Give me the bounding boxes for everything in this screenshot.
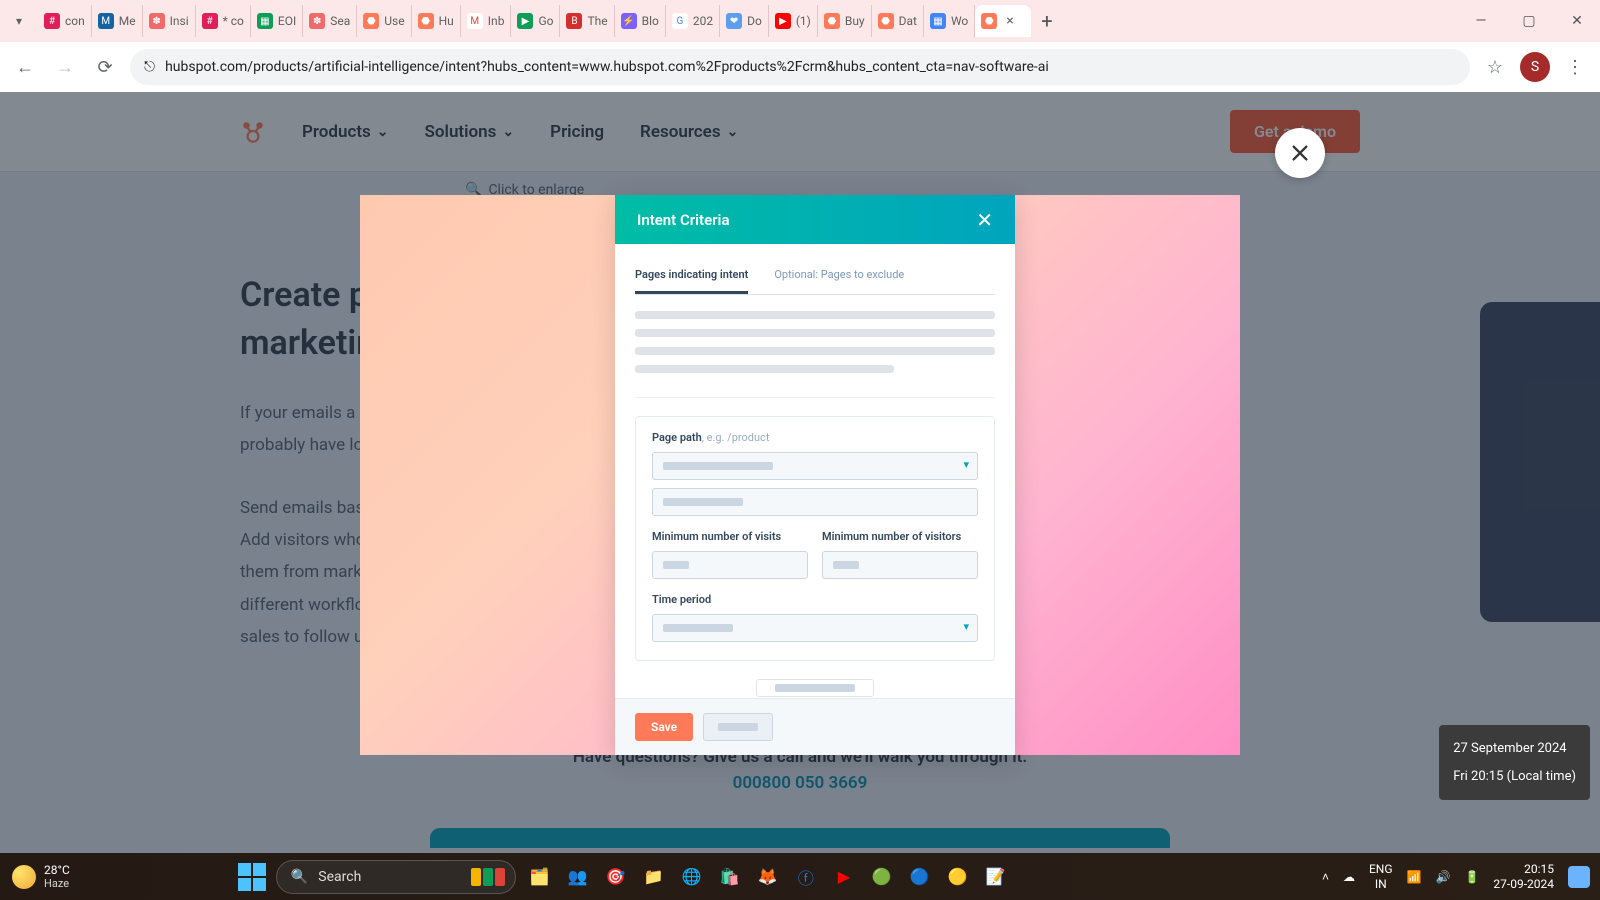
page-path-input[interactable] (652, 488, 978, 516)
address-bar-row: ← → ⟳ ⎋ hubspot.com/products/artificial-… (0, 42, 1600, 92)
battery-icon[interactable]: 🔋 (1464, 870, 1479, 884)
tab-item[interactable]: ⬣Hu (412, 5, 461, 37)
new-tab-button[interactable]: + (1031, 9, 1062, 33)
tab-item[interactable]: ⬣Use (357, 5, 411, 37)
teams-icon[interactable]: 👥 (564, 863, 592, 891)
profile-avatar[interactable]: S (1520, 52, 1550, 82)
tray-expand-icon[interactable]: ˄ (1322, 870, 1329, 884)
window-close[interactable]: ✕ (1554, 1, 1600, 41)
taskbar-weather[interactable]: 28°CHaze (0, 863, 82, 890)
lightbox-image: Intent Criteria ✕ Pages indicating inten… (360, 195, 1240, 755)
description-skeleton (635, 311, 995, 383)
task-view-icon[interactable]: 🗂️ (526, 863, 554, 891)
notepad-icon[interactable]: 📝 (982, 863, 1010, 891)
tab-item[interactable]: ▶Go (511, 5, 560, 37)
bookmark-star-icon[interactable]: ☆ (1480, 52, 1510, 82)
weather-icon (12, 865, 36, 889)
tab-item[interactable]: ✽Insi (143, 5, 196, 37)
system-tray: ˄ ☁ ENGIN 📶 🔊 🔋 20:1527-09-2024 (1322, 862, 1600, 891)
language-switch[interactable]: ENGIN (1369, 862, 1393, 891)
nav-reload-button[interactable]: ⟳ (90, 52, 120, 82)
cancel-button[interactable] (703, 713, 773, 741)
tab-item[interactable]: #con (38, 5, 92, 37)
time-period-label: Time period (652, 593, 978, 606)
cloud-icon[interactable]: ☁ (1343, 870, 1355, 884)
save-button[interactable]: Save (635, 713, 693, 741)
window-minimize[interactable]: — (1458, 1, 1504, 41)
window-maximize[interactable]: ▢ (1506, 1, 1552, 41)
tab-item[interactable]: ⚡Blo (615, 5, 666, 37)
facebook-icon[interactable]: ⓕ (792, 863, 820, 891)
edge-icon[interactable]: 🌐 (678, 863, 706, 891)
tab-pages-exclude[interactable]: Optional: Pages to exclude (774, 258, 904, 294)
tab-item[interactable]: ▦Wo (924, 5, 975, 37)
taskbar-clock[interactable]: 20:1527-09-2024 (1493, 862, 1554, 891)
url-text: hubspot.com/products/artificial-intellig… (165, 59, 1049, 75)
nav-forward-button[interactable]: → (50, 52, 80, 82)
notification-icon[interactable] (1568, 866, 1590, 888)
tab-item-active[interactable]: ⬣× (975, 5, 1031, 37)
tab-item[interactable]: ✽Sea (303, 5, 357, 37)
tab-item[interactable]: ▦EOI (251, 5, 303, 37)
chrome-icon[interactable]: 🔵 (906, 863, 934, 891)
firefox-icon[interactable]: 🦊 (754, 863, 782, 891)
min-visitors-input[interactable] (822, 551, 978, 579)
volume-icon[interactable]: 🔊 (1436, 870, 1451, 884)
taskbar-search[interactable]: 🔍 Search (276, 860, 516, 894)
panel-footer: Save (615, 698, 1015, 755)
tab-item[interactable]: G202 (666, 5, 720, 37)
search-icon: 🔍 (291, 869, 308, 885)
min-visitors-label: Minimum number of visitors (822, 530, 978, 543)
url-bar[interactable]: ⎋ hubspot.com/products/artificial-intell… (130, 49, 1470, 85)
tab-item[interactable]: MInb (461, 5, 512, 37)
copilot-icon[interactable]: 🎯 (602, 863, 630, 891)
datetime-tooltip: 27 September 2024 Fri 20:15 (Local time) (1439, 725, 1590, 800)
close-icon (1289, 142, 1311, 164)
tab-item[interactable]: #* co (196, 5, 251, 37)
nav-back-button[interactable]: ← (10, 52, 40, 82)
browser-tab-strip: ▾ #con MMe ✽Insi #* co ▦EOI ✽Sea ⬣Use ⬣H… (0, 0, 1600, 42)
tab-item[interactable]: ⬣Buy (818, 5, 872, 37)
chrome-icon[interactable]: 🟢 (868, 863, 896, 891)
youtube-icon[interactable]: ▶ (830, 863, 858, 891)
tab-close-icon[interactable]: × (1006, 13, 1013, 29)
explorer-icon[interactable]: 📁 (640, 863, 668, 891)
chrome-icon[interactable]: 🟡 (944, 863, 972, 891)
tab-item[interactable]: ⬣Dat (872, 5, 924, 37)
form-card: Page path, e.g. /product Minimum number … (635, 416, 995, 661)
time-period-select[interactable] (652, 614, 978, 642)
store-icon[interactable]: 🛍️ (716, 863, 744, 891)
tab-item[interactable]: BThe (560, 5, 614, 37)
tab-pages-intent[interactable]: Pages indicating intent (635, 258, 748, 294)
browser-menu-icon[interactable]: ⋮ (1560, 52, 1590, 82)
panel-tabs: Pages indicating intent Optional: Pages … (635, 258, 995, 295)
tab-item[interactable]: ▶(1) (769, 5, 818, 37)
tab-item[interactable]: ❤Do (720, 5, 769, 37)
wifi-icon[interactable]: 📶 (1407, 870, 1422, 884)
min-visits-input[interactable] (652, 551, 808, 579)
add-rule-button[interactable] (756, 679, 874, 697)
panel-header: Intent Criteria ✕ (615, 195, 1015, 244)
lightbox-close-button[interactable] (1275, 128, 1325, 178)
min-visits-label: Minimum number of visits (652, 530, 808, 543)
tab-dropdown[interactable]: ▾ (10, 5, 38, 37)
intent-criteria-panel: Intent Criteria ✕ Pages indicating inten… (615, 195, 1015, 755)
page-path-operator-select[interactable] (652, 452, 978, 480)
page-path-label: Page path, e.g. /product (652, 431, 978, 444)
panel-close-icon[interactable]: ✕ (976, 208, 993, 232)
windows-taskbar: 28°CHaze 🔍 Search 🗂️ 👥 🎯 📁 🌐 🛍️ 🦊 ⓕ ▶ 🟢 … (0, 853, 1600, 900)
site-info-icon[interactable]: ⎋ (144, 59, 155, 75)
start-button[interactable] (238, 863, 266, 891)
tab-item[interactable]: MMe (92, 5, 143, 37)
panel-title: Intent Criteria (637, 211, 730, 229)
